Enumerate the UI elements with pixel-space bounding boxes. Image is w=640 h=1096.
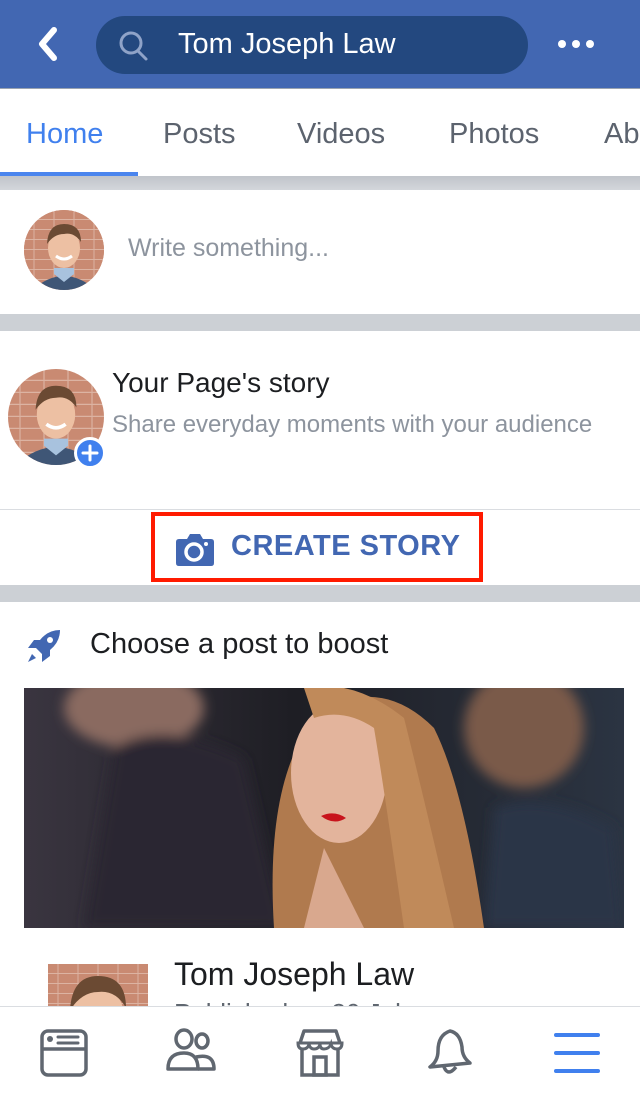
create-story-label: CREATE STORY xyxy=(231,530,461,562)
rocket-icon xyxy=(28,630,60,662)
page-avatar xyxy=(24,210,104,290)
story-subtitle: Share everyday moments with your audienc… xyxy=(112,411,593,438)
nav-news-feed[interactable] xyxy=(38,1027,90,1079)
boost-title: Choose a post to boost xyxy=(90,628,389,660)
back-button[interactable] xyxy=(30,24,66,64)
nav-marketplace[interactable] xyxy=(294,1027,346,1079)
add-story-badge[interactable] xyxy=(74,437,106,469)
bottom-navigation xyxy=(0,1006,640,1096)
menu-icon xyxy=(554,1033,600,1073)
news-feed-icon xyxy=(40,1029,88,1077)
plus-icon xyxy=(81,444,99,462)
section-divider xyxy=(0,314,640,331)
create-story-button[interactable]: CREATE STORY xyxy=(151,512,483,582)
boost-post-section: Choose a post to boost Tom Joseph Law xyxy=(0,602,640,1044)
post-author: Tom Joseph Law xyxy=(174,956,415,992)
more-options-button[interactable] xyxy=(556,30,596,58)
nav-groups[interactable] xyxy=(166,1027,218,1079)
section-divider xyxy=(0,176,640,190)
marketplace-icon xyxy=(296,1029,344,1077)
page-tabs: Home Posts Videos Photos About xyxy=(0,88,640,176)
divider xyxy=(0,509,640,510)
tab-videos[interactable]: Videos xyxy=(297,117,385,151)
chevron-left-icon xyxy=(39,27,57,61)
boost-post-image[interactable] xyxy=(24,688,624,928)
groups-icon xyxy=(166,1028,216,1071)
composer-placeholder[interactable]: Write something... xyxy=(128,234,329,263)
tab-photos[interactable]: Photos xyxy=(449,117,539,151)
search-icon xyxy=(119,31,148,61)
tab-posts[interactable]: Posts xyxy=(163,117,236,151)
story-title: Your Page's story xyxy=(112,367,330,398)
camera-icon xyxy=(176,534,214,566)
page-story-section: Your Page's story Share everyday moments… xyxy=(0,331,640,585)
nav-notifications[interactable] xyxy=(424,1027,476,1079)
tab-home[interactable]: Home xyxy=(26,117,103,151)
more-horizontal-icon xyxy=(558,40,594,48)
search-bar[interactable]: Tom Joseph Law xyxy=(96,16,528,74)
nav-menu[interactable] xyxy=(552,1027,604,1079)
post-composer[interactable]: Write something... xyxy=(0,190,640,314)
tab-about[interactable]: About xyxy=(604,117,640,151)
top-bar: Tom Joseph Law xyxy=(0,0,640,88)
search-input-value[interactable]: Tom Joseph Law xyxy=(178,26,396,62)
bell-icon xyxy=(428,1029,472,1074)
section-divider xyxy=(0,585,640,602)
